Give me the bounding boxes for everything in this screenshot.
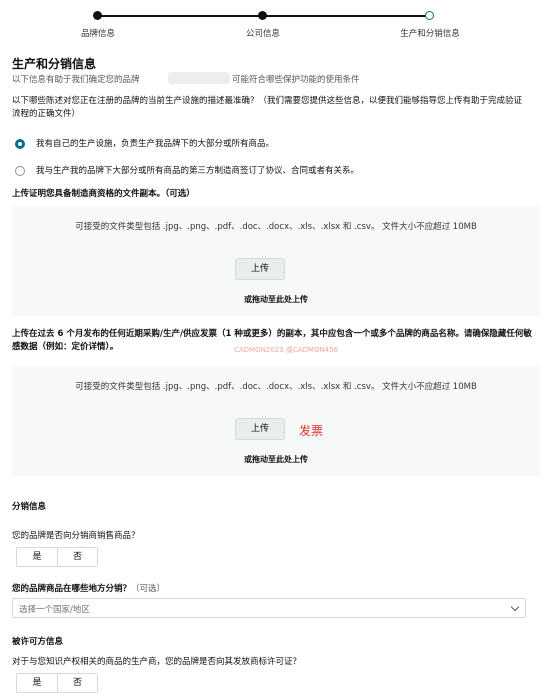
upload1-optional: （可选） [165, 189, 195, 199]
distribution-title: 分销信息 [12, 502, 47, 512]
upload2-dropzone[interactable]: 可接受的文件类型包括 .jpg、.png、.pdf、.doc、.docx、.xl… [12, 366, 540, 476]
license-yes-button[interactable]: 是 [17, 674, 57, 692]
distribution-where-optional: （可选） [131, 584, 166, 594]
redacted-brand-name [168, 72, 230, 84]
license-toggle: 是 否 [16, 673, 98, 693]
radio-third-party-label: 我与生产我的品牌下大部分或所有商品的第三方制造商签订了协议、合同或者有关系。 [36, 166, 360, 176]
distribution-toggle: 是 否 [16, 547, 98, 567]
step-label-production: 生产和分销信息 [400, 29, 460, 39]
upload1-button[interactable]: 上传 [235, 258, 285, 280]
upload2-button[interactable]: 上传 [235, 418, 285, 440]
radio-third-party[interactable] [15, 166, 25, 176]
chevron-down-icon [510, 602, 520, 612]
license-title: 被许可方信息 [12, 637, 64, 647]
upload1-dropzone[interactable]: 可接受的文件类型包括 .jpg、.png、.pdf、.doc、.docx、.xl… [12, 206, 540, 316]
country-select[interactable]: 选择一个国家/地区 [12, 598, 526, 618]
step-label-brand: 品牌信息 [80, 29, 116, 39]
distribution-yes-button[interactable]: 是 [17, 548, 57, 566]
country-select-placeholder: 选择一个国家/地区 [19, 605, 90, 615]
distribution-where-text: 您的品牌商品在哪些地方分销？ [12, 584, 132, 594]
step-dot-production [425, 11, 434, 20]
step-label-company: 公司信息 [245, 29, 281, 39]
upload1-hint: 可接受的文件类型包括 .jpg、.png、.pdf、.doc、.docx、.xl… [75, 222, 477, 232]
production-subtitle-suffix: 可能符合哪些保护功能的使用条件 [232, 75, 360, 85]
radio-own-facility[interactable] [15, 139, 25, 149]
step-dot-brand [93, 11, 102, 20]
distribution-no-button[interactable]: 否 [57, 548, 97, 566]
progress-stepper: 品牌信息 公司信息 生产和分销信息 [0, 0, 554, 44]
step-dot-company [258, 11, 267, 20]
distribution-question: 您的品牌是否向分销商销售商品？ [12, 531, 140, 541]
watermark-text: CADMON2023 或CADMON456 [234, 346, 339, 354]
production-subtitle-prefix: 以下信息有助于我们确定您的品牌 [12, 75, 140, 85]
license-no-button[interactable]: 否 [57, 674, 97, 692]
upload1-drag-text: 或拖动至此处上传 [244, 295, 308, 304]
upload1-title: 上传证明您具备制造商资格的文件副本。（可选） [12, 188, 195, 201]
upload2-hint: 可接受的文件类型包括 .jpg、.png、.pdf、.doc、.docx、.xl… [75, 382, 477, 392]
upload1-title-text: 上传证明您具备制造商资格的文件副本。 [12, 189, 166, 199]
radio-own-facility-label: 我有自己的生产设施，负责生产我品牌下的大部分或所有商品。 [36, 139, 275, 149]
production-title: 生产和分销信息 [12, 57, 97, 71]
upload2-drag-text: 或拖动至此处上传 [244, 455, 308, 464]
production-question: 以下哪些陈述对您正在注册的品牌的当前生产设施的描述最准确？（我们需要您提供这些信… [12, 96, 523, 119]
invoice-annotation: 发票 [299, 424, 324, 438]
distribution-where-label: 您的品牌商品在哪些地方分销？（可选） [12, 583, 165, 596]
license-question: 对于与您知识产权相关的商品的生产商，您的品牌是否向其发放商标许可证？ [12, 657, 302, 667]
